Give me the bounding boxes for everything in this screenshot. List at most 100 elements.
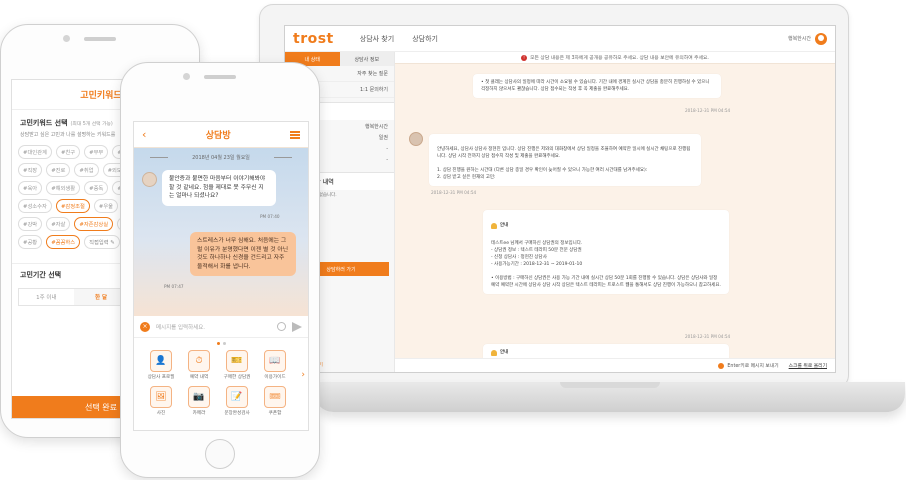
- chat-message: • 첫 클래는 상담사의 일정에 따라 시간이 소요될 수 있습니다. 기간 내…: [473, 74, 721, 98]
- menu-item[interactable]: 🖼 사진: [142, 386, 180, 416]
- menu-item-label: 이용가이드: [264, 375, 286, 380]
- enter-send-toggle[interactable]: Enter키로 메시지 보내기: [718, 362, 779, 369]
- laptop-lid: trost 상담사 찾기 상담하기 행복한시간 내 상태 상담사 정보 자주 찾…: [259, 4, 849, 389]
- card-title: 안내: [491, 222, 721, 229]
- page-indicator: [134, 342, 308, 345]
- menu-item-label: 문장완성검사: [224, 411, 250, 416]
- phone-chat: ‹ 상담방 2018년 04월 23일 월요일 불안증과 불면한 마음부터 이야…: [120, 62, 320, 478]
- home-button[interactable]: [205, 439, 235, 469]
- check-icon: [718, 362, 725, 369]
- message-time: 2018-12-31 PM 04:54: [685, 108, 731, 113]
- calendar-clock-icon: ⏱: [188, 350, 210, 372]
- keyword-chip[interactable]: #강박: [18, 217, 43, 231]
- web-header: trost 상담사 찾기 상담하기 행복한시간: [285, 26, 835, 52]
- chat-message: 안녕하세요, 상담사 상담사 정현진 입니다. 상담 진행은 저와의 대화창에서…: [429, 134, 701, 186]
- menu-item[interactable]: 🎟 쿠폰함: [256, 386, 294, 416]
- counselor-avatar: [142, 172, 157, 187]
- nav-counseling[interactable]: 상담하기: [412, 34, 438, 44]
- profile-icon: 👤: [150, 350, 172, 372]
- tab-counselor-info[interactable]: 상담사 정보: [339, 52, 394, 66]
- scroll-up-link[interactable]: 스크롤 위로 올리기: [789, 362, 827, 369]
- menu-item[interactable]: 👤 상담사 프로필: [142, 350, 180, 380]
- notice-text: 모든 상담 내용은 제 3자에게 공개용 공유하오 주세요. 상담 내용 보안에…: [530, 56, 709, 61]
- user-menu[interactable]: 행복한시간: [787, 32, 827, 45]
- chat-messages: 2018년 04월 23일 월요일 불안증과 불면한 마음부터 이야기해봐야할 …: [134, 148, 308, 316]
- bell-icon: [491, 222, 497, 229]
- incoming-message: 불안증과 불면한 마음부터 이야기해봐야할 것 같네요. 험을 제대로 못 주무…: [162, 170, 276, 206]
- notice-bar: ! 모든 상담 내용은 제 3자에게 공개용 공유하오 주세요. 상담 내용 보…: [395, 52, 835, 64]
- keyword-chip[interactable]: #육아: [18, 181, 43, 195]
- chevron-right-icon[interactable]: ›: [301, 370, 305, 380]
- chat-area: ! 모든 상담 내용은 제 3자에게 공개용 공유하오 주세요. 상담 내용 보…: [395, 52, 835, 372]
- message-time: 2018-12-31 PM 04:54: [431, 190, 477, 195]
- guide-icon: 📖: [264, 350, 286, 372]
- menu-item[interactable]: 🎫 구매한 상담권: [218, 350, 256, 380]
- keyword-chip[interactable]: #자존감상실: [74, 217, 114, 231]
- test-icon: 📝: [226, 386, 248, 408]
- web-body: 내 상태 상담사 정보 자주 찾는 질문 1:1 문의하기 내 상태 행복한시간…: [285, 52, 835, 372]
- message-time: 2018-12-31 PM 04:54: [685, 334, 731, 339]
- keyword-chip[interactable]: #해외생활: [46, 181, 81, 195]
- menu-item-label: 구매한 상담권: [223, 375, 251, 380]
- card-title: 안내: [491, 349, 721, 356]
- message-text: 안녕하세요, 상담사 상담사 정현진 입니다. 상담 진행은 저와의 대화창에서…: [437, 147, 691, 180]
- card-text: 테스트ee 님께서 구매하신 상담권의 정보입니다. - 상담권 정보 : 텍스…: [491, 241, 721, 288]
- counselor-avatar: [409, 132, 423, 146]
- keyword-chip[interactable]: #대인관계: [18, 145, 52, 159]
- date-divider: 2018년 04월 23일 월요일: [150, 154, 292, 161]
- menu-item[interactable]: 📖 이용가이드: [256, 350, 294, 380]
- keyword-chip[interactable]: #감정조절: [55, 199, 90, 213]
- ticket-icon: 🎫: [226, 350, 248, 372]
- message-text: • 첫 클래는 상담사의 일정에 따라 시간이 소요될 수 있습니다. 기간 내…: [481, 80, 710, 92]
- info-card: 안내 테스트ee 님께서 구매하신 상담권의 정보입니다. - 상담권 정보 :…: [483, 210, 729, 294]
- keyword-chip[interactable]: #진로: [46, 163, 71, 177]
- menu-item-label: 예약 내역: [189, 375, 209, 380]
- bell-icon: [491, 349, 497, 356]
- emoji-icon[interactable]: [277, 322, 286, 331]
- chat-header: ‹ 상담방: [134, 122, 308, 148]
- message-input-bar: × 메시지를 입력하세요.: [134, 316, 308, 338]
- custom-keyword-chip[interactable]: 직접입력 ✎: [84, 235, 120, 249]
- send-icon[interactable]: [292, 321, 302, 332]
- outgoing-time: PM 07:47: [164, 284, 184, 289]
- photo-icon: 🖼: [150, 386, 172, 408]
- menu-item[interactable]: ⏱ 예약 내역: [180, 350, 218, 380]
- message-input[interactable]: 메시지를 입력하세요.: [156, 323, 205, 331]
- menu-item-label: 상담사 프로필: [147, 375, 175, 380]
- page-dot: [216, 342, 220, 345]
- close-icon[interactable]: ×: [140, 321, 150, 332]
- menu-item[interactable]: 📝 문장완성검사: [218, 386, 256, 416]
- chat-input-bar[interactable]: Enter키로 메시지 보내기 스크롤 위로 올리기: [395, 358, 835, 372]
- chat-title: 상담방: [205, 131, 231, 141]
- incoming-time: PM 07:40: [260, 214, 280, 219]
- keyword-chip[interactable]: #성소수자: [18, 199, 52, 213]
- keyword-chip[interactable]: #꼼꼼하스: [46, 235, 81, 249]
- nav-find-counselor[interactable]: 상담사 찾기: [360, 34, 394, 44]
- menu-item-label: 쿠폰함: [268, 411, 282, 416]
- chat-screen: ‹ 상담방 2018년 04월 23일 월요일 불안증과 불면한 마음부터 이야…: [133, 121, 309, 431]
- avatar-icon: [815, 32, 827, 45]
- logo[interactable]: trost: [293, 31, 334, 47]
- keyword-chip[interactable]: #자살: [46, 217, 71, 231]
- menu-item-label: 사진: [156, 411, 166, 416]
- menu-icon[interactable]: [290, 130, 300, 139]
- keyword-chip[interactable]: #중독: [84, 181, 109, 195]
- period-option[interactable]: 1주 이내: [19, 289, 74, 305]
- keyword-chip[interactable]: #취업: [74, 163, 99, 177]
- user-name: 행복한시간: [787, 36, 811, 42]
- laptop-mockup: trost 상담사 찾기 상담하기 행복한시간 내 상태 상담사 정보 자주 찾…: [255, 0, 905, 420]
- menu-item[interactable]: 📷 카메라: [180, 386, 218, 416]
- coupon-icon: 🎟: [264, 386, 286, 408]
- outgoing-message: 스트레스가 너무 심해요. 처음에는 그럴 이유가 분명했다면 이젠 별 것 아…: [190, 232, 296, 276]
- laptop-base: [315, 382, 905, 412]
- keyword-chip[interactable]: #직장: [18, 163, 43, 177]
- camera-icon: 📷: [188, 386, 210, 408]
- keyword-chip[interactable]: #공황: [18, 235, 43, 249]
- action-menu-grid: 👤 상담사 프로필 ⏱ 예약 내역 🎫 구매한 상담권 📖 이용가이드 🖼 사진 📷 카메라 📝 문장완성…: [142, 350, 294, 416]
- alert-icon: !: [521, 54, 528, 61]
- web-screen: trost 상담사 찾기 상담하기 행복한시간 내 상태 상담사 정보 자주 찾…: [284, 25, 836, 373]
- page-dot: [222, 342, 226, 345]
- keyword-chip[interactable]: #친구: [55, 145, 81, 159]
- keyword-chip[interactable]: #부부: [84, 145, 109, 159]
- keyword-chip[interactable]: #우울: [93, 199, 119, 213]
